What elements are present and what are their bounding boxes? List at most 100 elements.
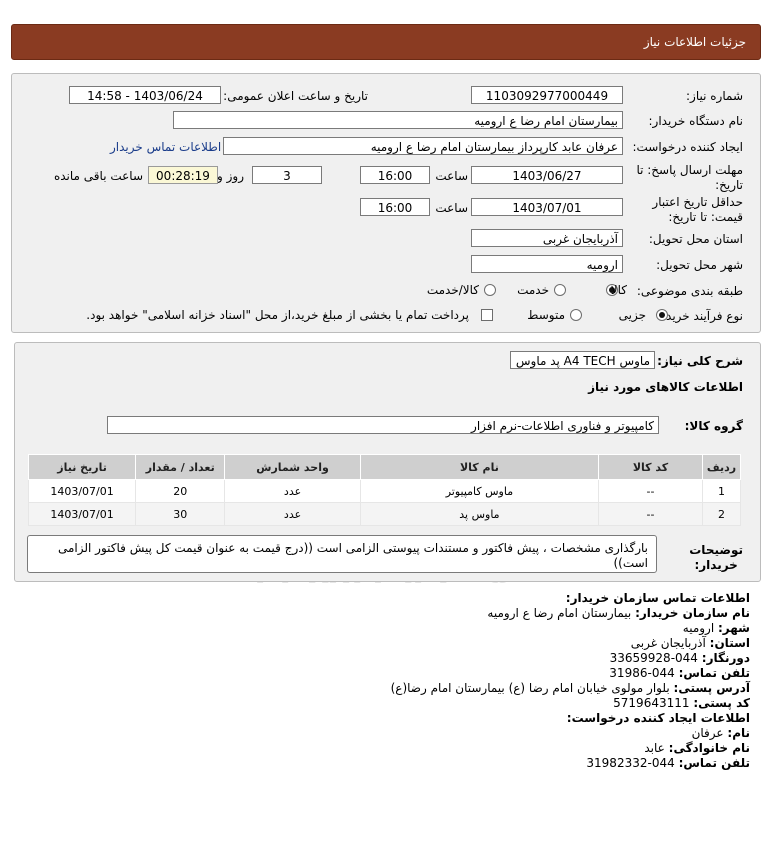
contact-phone: تلفن تماس: 044-31986 (609, 666, 750, 680)
row-date: 1403/07/01 (27, 502, 137, 526)
row-qty: 20 (135, 479, 226, 503)
contact-city-value: ارومیه (682, 621, 715, 635)
buyer-field: بیمارستان امام رضا ع ارومیه (173, 111, 623, 129)
contact-org-label: نام سازمان خریدار: (635, 606, 750, 620)
creator-name-value: عرفان (691, 726, 724, 740)
process-option-minor: جزیی (618, 308, 646, 322)
announce-label: تاریخ و ساعت اعلان عمومی: (223, 89, 368, 103)
col-date: تاریخ نیاز (27, 454, 137, 480)
contact-province: استان: آذربایجان غربی (631, 636, 750, 650)
col-name: نام کالا (359, 454, 600, 480)
deadline-label: مهلت ارسال پاسخ: تا تاریخ: (636, 163, 743, 193)
process-option-medium: متوسط (527, 308, 565, 322)
creator-family: نام خانوادگی: عابد (644, 741, 750, 755)
validity-date-field: 1403/07/01 (471, 198, 623, 216)
contact-city-label: شهر: (718, 621, 750, 635)
process-radio-medium[interactable] (570, 309, 582, 321)
row-qty: 30 (135, 502, 226, 526)
goods-info-title: اطلاعات کالاهای مورد نیاز (588, 380, 743, 394)
creator-phone: تلفن تماس: 044-31982332 (586, 756, 750, 770)
creator-phone-label: تلفن تماس: (678, 756, 750, 770)
contact-fax: دورنگار: 044-33659928 (610, 651, 750, 665)
row-code: -- (598, 502, 703, 526)
contact-postal-label: کد پستی: (693, 696, 750, 710)
row-unit: عدد (224, 502, 361, 526)
contact-address-label: آدرس پستی: (673, 681, 750, 695)
buyer-notes-label-line1: توضیحات (689, 543, 743, 557)
days-label: روز و (217, 169, 244, 183)
province-label: استان محل تحویل: (648, 232, 743, 246)
category-option-goods-service: کالا/خدمت (426, 283, 479, 297)
page-title: جزئیات اطلاعات نیاز (643, 35, 746, 49)
contact-postal: کد پستی: 5719643111 (613, 696, 750, 710)
row-name: ماوس پد (359, 502, 600, 526)
contact-city: شهر: ارومیه (683, 621, 750, 635)
city-field: ارومیه (471, 255, 623, 273)
validity-label-line2: قیمت: تا تاریخ: (668, 210, 743, 224)
need-summary-label: شرح کلی نیاز: (657, 354, 743, 368)
deadline-time-label: ساعت (435, 169, 468, 183)
contact-address-value: بلوار مولوی خیابان امام رضا (ع) بیمارستا… (390, 681, 670, 695)
row-index: 2 (701, 502, 742, 526)
creator-phone-value: 044-31982332 (586, 756, 675, 770)
deadline-label-line1: مهلت ارسال پاسخ: تا (636, 163, 743, 177)
treasury-payment-note: پرداخت تمام یا بخشی از مبلغ خرید،از محل … (86, 308, 469, 322)
validity-label: حداقل تاریخ اعتبار قیمت: تا تاریخ: (652, 195, 743, 225)
contact-phone-label: تلفن تماس: (678, 666, 750, 680)
category-option-service: خدمت (517, 283, 549, 297)
deadline-time-field: 16:00 (360, 166, 430, 184)
category-radio-service[interactable] (554, 284, 566, 296)
table-row: 2 -- ماوس پد عدد 30 1403/07/01 (27, 502, 742, 526)
row-date: 1403/07/01 (27, 479, 137, 503)
process-radio-minor[interactable] (656, 309, 668, 321)
row-index: 1 (701, 479, 742, 503)
buyer-notes-label: توضیحات خریدار: (689, 543, 743, 573)
creator-family-label: نام خانوادگی: (668, 741, 750, 755)
contact-postal-value: 5719643111 (613, 696, 690, 710)
need-summary-field: ماوس A4 TECH پد ماوس (510, 351, 655, 369)
row-name: ماوس کامپیوتر (359, 479, 600, 503)
announce-field: 1403/06/24 - 14:58 (69, 86, 221, 104)
creator-name: نام: عرفان (692, 726, 750, 740)
goods-table: ردیف کد کالا نام کالا واحد شمارش تعداد /… (27, 454, 742, 526)
col-code: کد کالا (598, 454, 703, 480)
col-unit: واحد شمارش (224, 454, 361, 480)
goods-group-field: کامپیوتر و فناوری اطلاعات-نرم افزار (107, 416, 659, 434)
category-label: طبقه بندی موضوعی: (636, 284, 743, 298)
buyer-contact-link[interactable]: اطلاعات تماس خریدار (110, 140, 221, 154)
contact-address: آدرس پستی: بلوار مولوی خیابان امام رضا (… (391, 681, 750, 695)
need-number-field: 1103092977000449 (471, 86, 623, 104)
deadline-date-field: 1403/06/27 (471, 166, 623, 184)
creator-family-value: عابد (644, 741, 665, 755)
row-code: -- (598, 479, 703, 503)
days-field: 3 (252, 166, 322, 184)
validity-time-label: ساعت (435, 201, 468, 215)
contact-org-value: بیمارستان امام رضا ع ارومیه (487, 606, 632, 620)
province-field: آذربایجان غربی (471, 229, 623, 247)
category-option-goods: کالا (610, 283, 627, 297)
contact-org: نام سازمان خریدار: بیمارستان امام رضا ع … (487, 606, 750, 620)
goods-group-label: گروه کالا: (684, 419, 743, 433)
col-index: ردیف (701, 454, 742, 480)
row-unit: عدد (224, 479, 361, 503)
remaining-label: ساعت باقی مانده (53, 169, 143, 183)
buyer-notes-field: بارگذاری مشخصات ، پیش فاکتور و مستندات پ… (27, 535, 657, 573)
contact-title: اطلاعات تماس سازمان خریدار: (565, 591, 750, 605)
creator-info-title: اطلاعات ایجاد کننده درخواست: (566, 711, 750, 725)
deadline-label-line2: تاریخ: (715, 178, 743, 192)
contact-province-label: استان: (709, 636, 750, 650)
treasury-payment-checkbox[interactable] (481, 309, 493, 321)
creator-name-label: نام: (727, 726, 750, 740)
validity-label-line1: حداقل تاریخ اعتبار (652, 195, 743, 209)
buyer-label: نام دستگاه خریدار: (648, 114, 744, 128)
remaining-time-field: 00:28:19 (148, 166, 218, 184)
category-radio-goods-service[interactable] (484, 284, 496, 296)
need-number-label: شماره نیاز: (686, 89, 743, 103)
city-label: شهر محل تحویل: (656, 258, 743, 272)
buyer-notes-label-line2: خریدار: (694, 558, 738, 572)
process-label: نوع فرآیند خرید : (658, 309, 743, 323)
contact-fax-label: دورنگار: (701, 651, 750, 665)
creator-field: عرفان عابد کارپرداز بیمارستان امام رضا ع… (223, 137, 623, 155)
creator-label: ایجاد کننده درخواست: (632, 140, 743, 154)
goods-table-header: ردیف کد کالا نام کالا واحد شمارش تعداد /… (27, 454, 742, 480)
